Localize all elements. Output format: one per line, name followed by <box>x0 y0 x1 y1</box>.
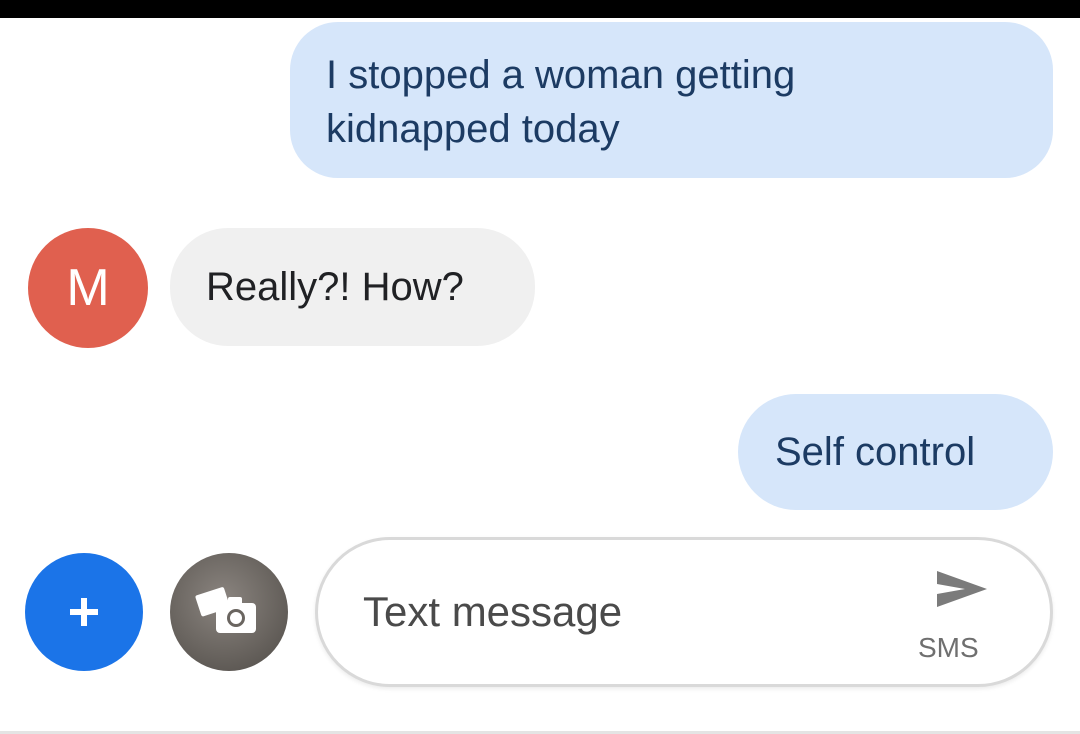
message-composer: SMS <box>315 537 1053 687</box>
status-bar <box>0 0 1080 18</box>
camera-icon <box>195 587 256 633</box>
contact-avatar[interactable]: M <box>28 228 148 348</box>
text-message-input[interactable] <box>363 584 883 640</box>
message-text-line: I stopped a woman getting <box>326 53 796 97</box>
message-bubble-sent[interactable]: I stopped a woman getting kidnapped toda… <box>290 22 1053 178</box>
send-icon[interactable] <box>935 567 989 611</box>
attach-button[interactable] <box>25 553 143 671</box>
message-text-line: kidnapped today <box>326 107 620 151</box>
message-bubble-sent[interactable]: Self control <box>738 394 1053 510</box>
send-type-label: SMS <box>918 632 979 663</box>
message-text: Self control <box>775 430 976 474</box>
message-text: Really?! How? <box>206 265 464 309</box>
plus-icon <box>70 598 98 626</box>
message-bubble-received[interactable]: Really?! How? <box>170 228 535 346</box>
gallery-button[interactable] <box>170 553 288 671</box>
